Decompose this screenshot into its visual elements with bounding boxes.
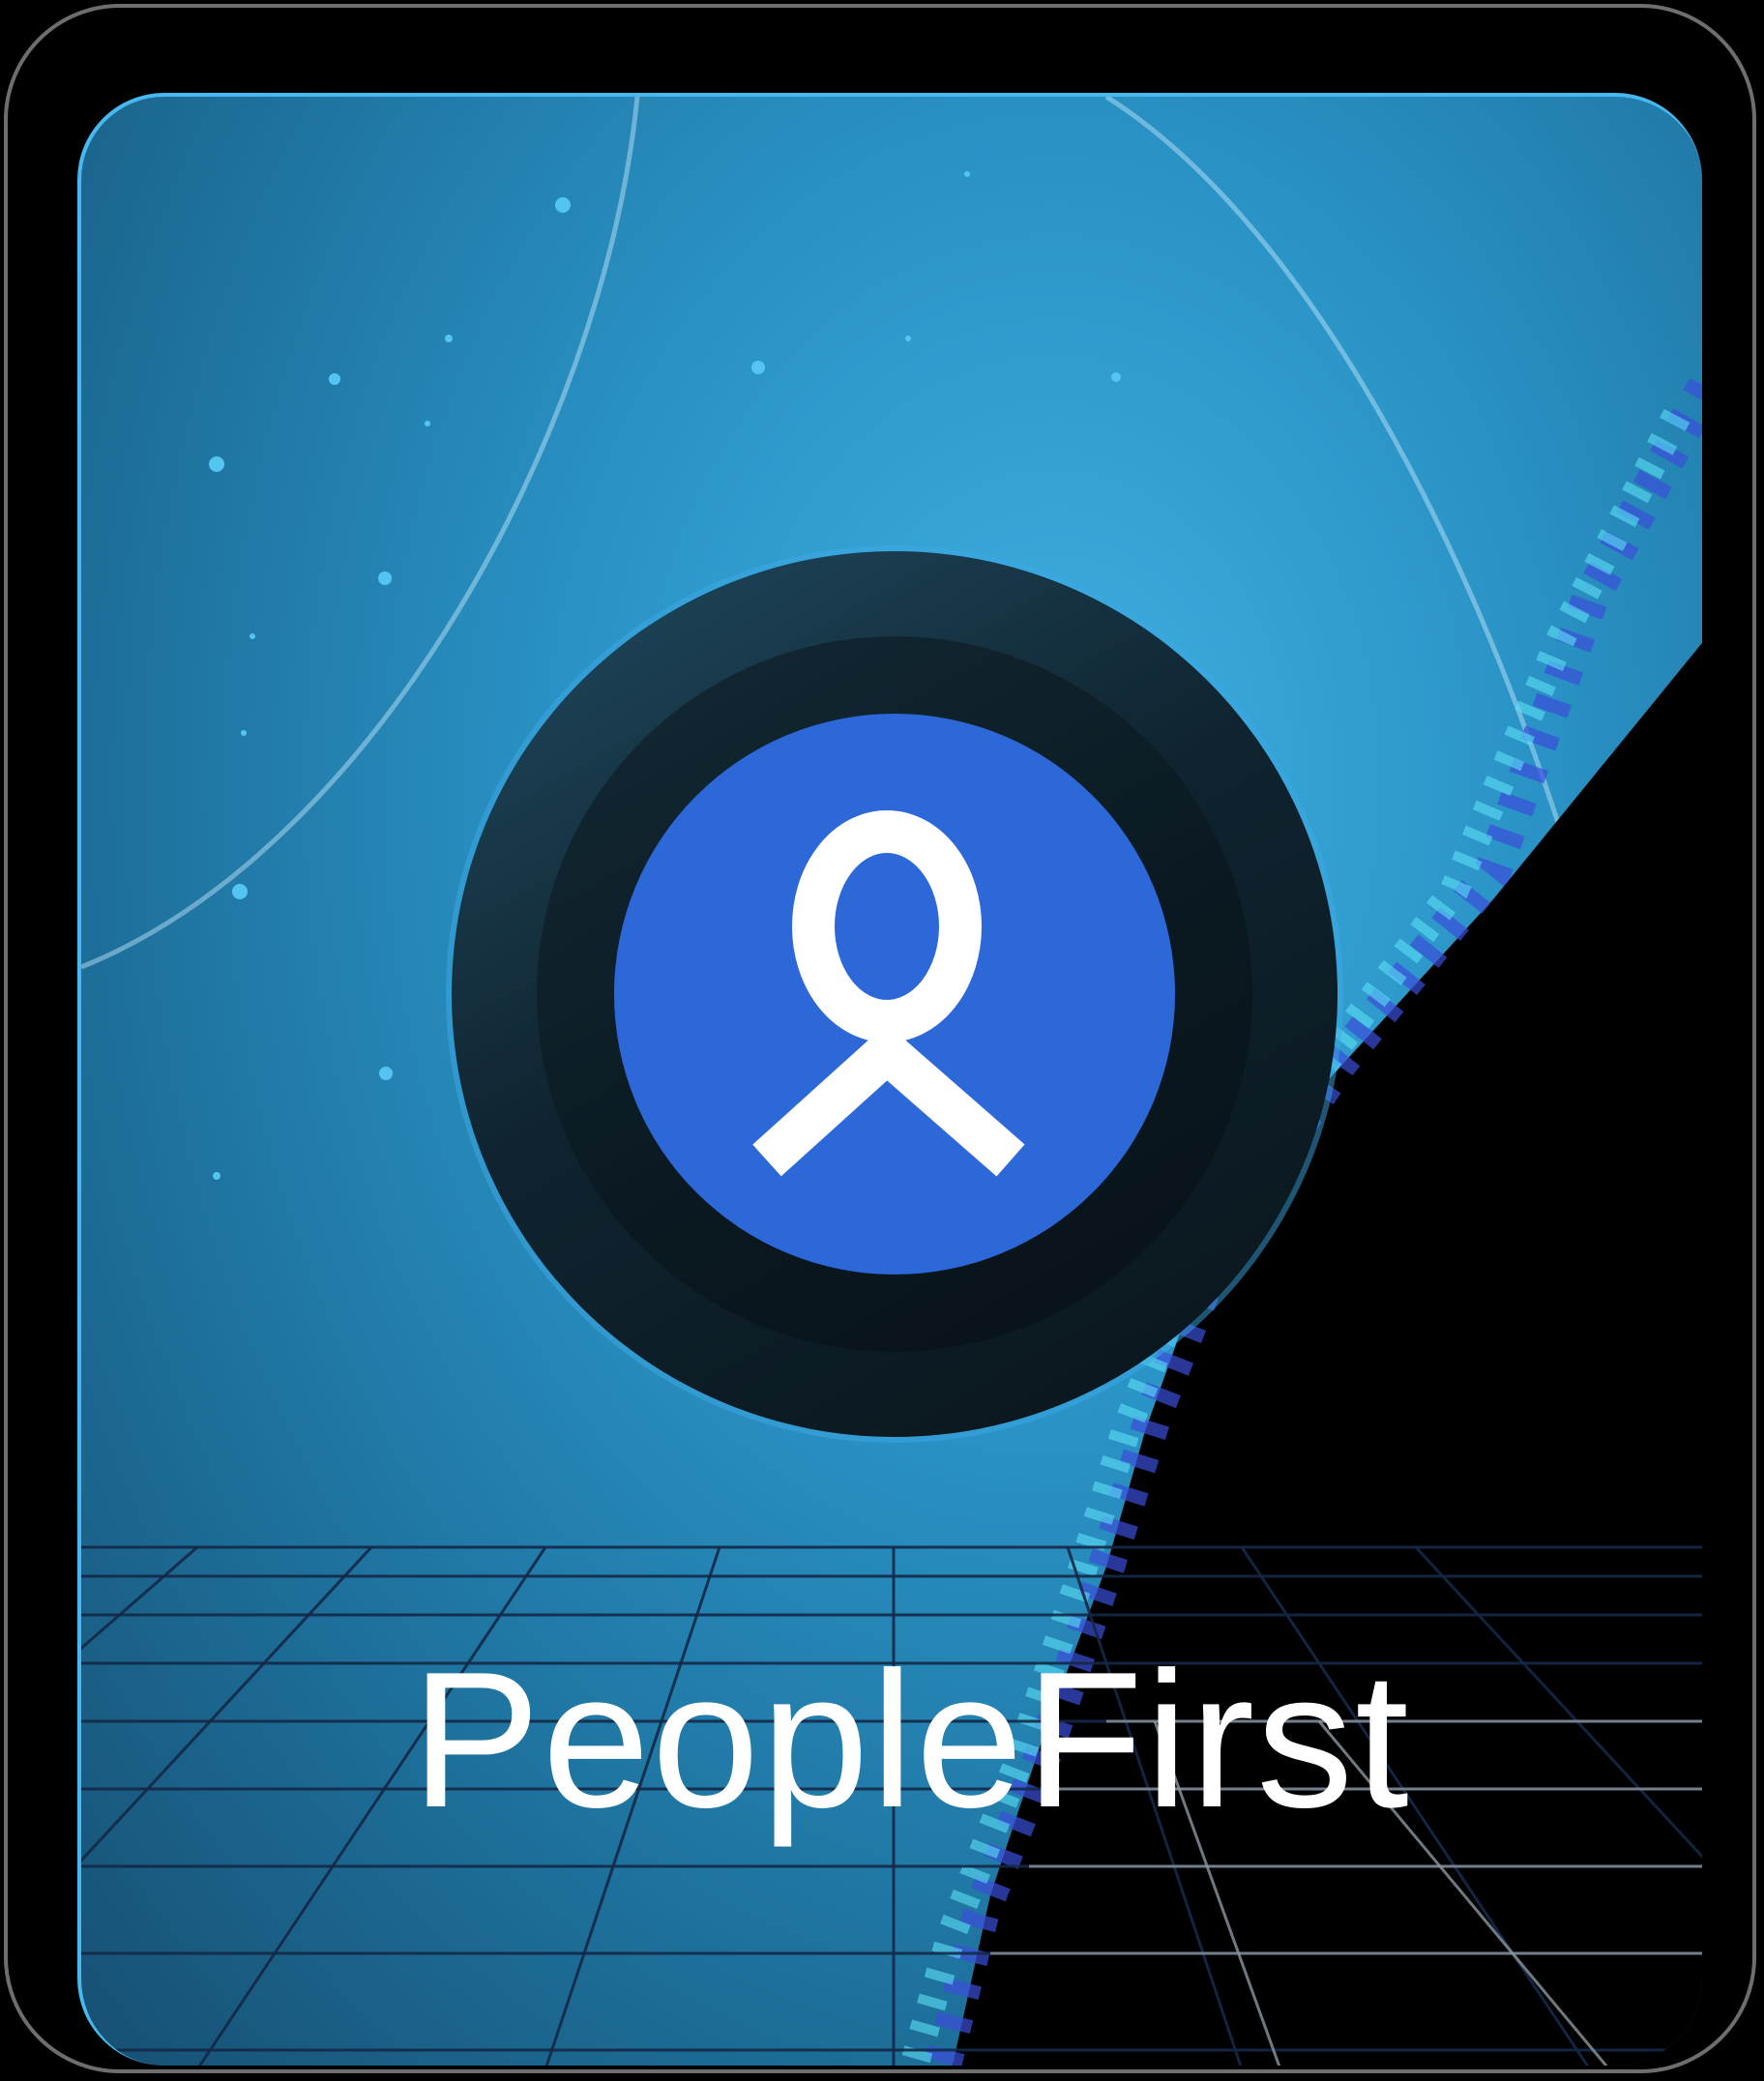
card-frame: PeopleFirst [4, 4, 1756, 2073]
brand-name: PeopleFirst [411, 1632, 1411, 1848]
brand-card: PeopleFirst [77, 93, 1702, 2066]
logo-badge [452, 551, 1338, 1437]
person-icon [752, 810, 1025, 1177]
logo-badge-ring [537, 636, 1252, 1352]
logo-badge-core [614, 714, 1175, 1275]
